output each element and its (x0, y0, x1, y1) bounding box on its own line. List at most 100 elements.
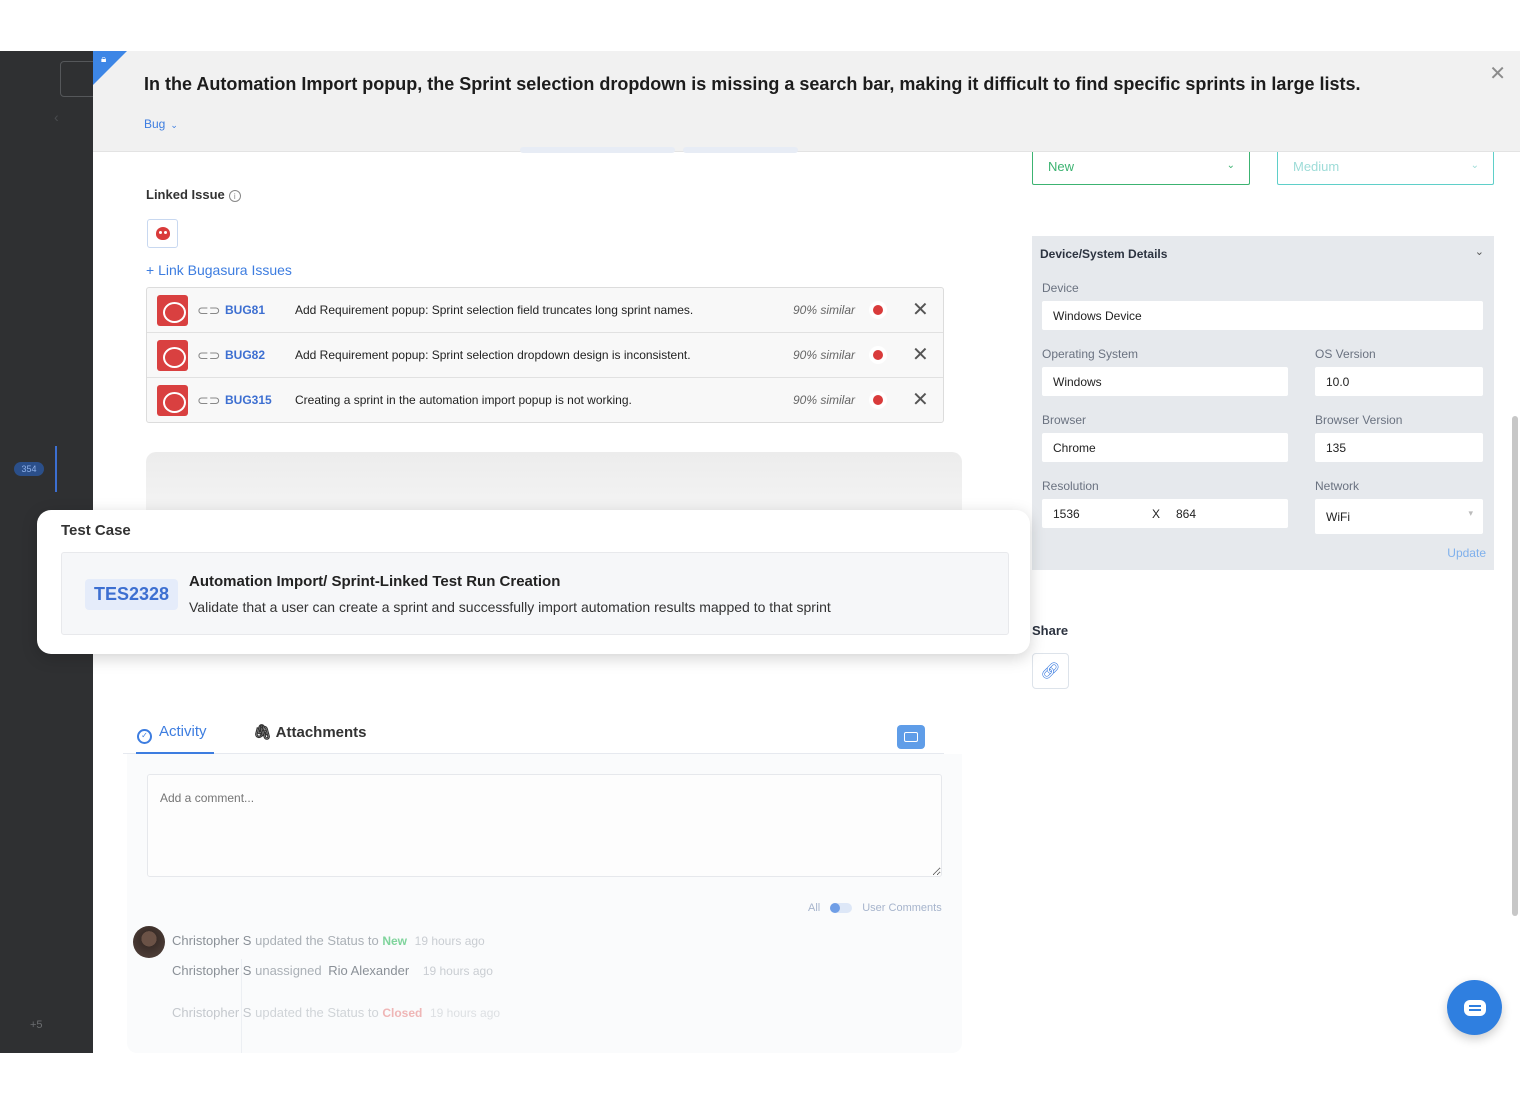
issue-type-dropdown[interactable]: Bug ⌄ (144, 117, 178, 131)
resolution-height: 864 (1176, 507, 1197, 521)
dismiss-issue-button[interactable]: ✕ (912, 342, 929, 367)
mascot-badge-icon (869, 301, 887, 319)
similarity-score: 90% similar (793, 303, 856, 317)
device-label: Device (1042, 281, 1079, 295)
mascot-badge-icon (869, 391, 887, 409)
status-dropdown[interactable]: New ⌄ (1032, 152, 1250, 185)
issue-id-link[interactable]: BUG81 (225, 303, 265, 317)
browser-field[interactable]: Chrome (1042, 433, 1288, 462)
browser-label: Browser (1042, 413, 1087, 427)
faded-tag (520, 147, 675, 153)
resolution-width: 1536 (1053, 507, 1080, 521)
os-field[interactable]: Windows (1042, 367, 1288, 396)
filter-user-comments-label: User Comments (862, 902, 942, 914)
activity-user: Christopher S (172, 933, 252, 948)
activity-user: Christopher S (172, 1005, 252, 1020)
caret-down-icon: ▾ (1468, 508, 1473, 518)
status-value: New (1048, 159, 1075, 174)
tab-attachments[interactable]: 🖇︎ Attachments (253, 723, 367, 741)
chat-support-button[interactable] (1447, 980, 1502, 1035)
link-bugasura-issues-link[interactable]: + Link Bugasura Issues (146, 262, 292, 278)
close-button[interactable]: ✕ (1489, 61, 1506, 86)
os-version-label: OS Version (1315, 347, 1376, 361)
issue-header: 🔒︎ In the Automation Import popup, the S… (93, 51, 1520, 152)
filter-all-label: All (808, 902, 821, 914)
lock-icon[interactable]: 🔒︎ (101, 54, 106, 65)
comment-filter: All User Comments (808, 902, 942, 914)
link-icon[interactable]: ⊂⊃ (197, 392, 220, 409)
link-icon[interactable]: ⊂⊃ (197, 347, 220, 364)
device-details-panel: Device/System Details ⌄ Device Windows D… (1032, 236, 1494, 570)
tab-activity-label: Activity (159, 723, 207, 740)
chevron-left-icon: ‹ (54, 109, 59, 125)
avatar (133, 926, 165, 958)
faded-tag (683, 147, 798, 153)
chevron-down-icon[interactable]: ⌄ (1475, 245, 1484, 258)
activity-time: 19 hours ago (429, 1006, 501, 1020)
activity-tabs: ✓ Activity 🖇︎ Attachments (123, 714, 944, 754)
link-icon[interactable]: ⊂⊃ (197, 302, 220, 319)
sidebar-active-indicator (55, 446, 57, 492)
dismiss-issue-button[interactable]: ✕ (912, 387, 929, 412)
mail-icon (904, 732, 918, 742)
mascot-badge-icon (869, 346, 887, 364)
resolution-separator: X (1152, 507, 1161, 521)
similar-issue-row[interactable]: ⊂⊃ BUG82 Add Requirement popup: Sprint s… (147, 333, 943, 378)
issue-id-link[interactable]: BUG82 (225, 348, 265, 362)
activity-entry: Christopher S updated the Status to Clos… (172, 1005, 500, 1020)
activity-action: updated the Status to (255, 1005, 379, 1020)
activity-value: Closed (382, 1006, 423, 1020)
activity-action: updated the Status to (255, 933, 379, 948)
similar-issue-row[interactable]: ⊂⊃ BUG81 Add Requirement popup: Sprint s… (147, 288, 943, 333)
os-version-field[interactable]: 10.0 (1315, 367, 1483, 396)
scrollbar[interactable] (1512, 416, 1518, 916)
dismiss-issue-button[interactable]: ✕ (912, 297, 929, 322)
severity-dropdown[interactable]: Medium ⌄ (1277, 152, 1494, 185)
similar-issue-row[interactable]: ⊂⊃ BUG315 Creating a sprint in the autom… (147, 378, 943, 423)
link-icon: 🔗︎ (1040, 663, 1061, 680)
page: ‹ 354 +5 🔒︎ In the Automation Import pop… (0, 0, 1520, 1103)
activity-time: 19 hours ago (414, 934, 485, 948)
issue-summary: Add Requirement popup: Sprint selection … (295, 348, 691, 362)
filter-toggle[interactable] (830, 903, 853, 914)
share-link-button[interactable]: 🔗︎ (1032, 653, 1069, 689)
bugasura-link-button[interactable] (147, 219, 178, 248)
bugasura-mascot-icon (157, 340, 188, 371)
info-icon[interactable]: i (228, 189, 241, 202)
device-field[interactable]: Windows Device (1042, 301, 1483, 330)
activity-entry: Christopher S updated the Status to New … (172, 933, 485, 948)
sidebar-more-count: +5 (30, 1019, 43, 1031)
bugasura-mascot-icon (157, 385, 188, 416)
comment-input[interactable] (147, 774, 942, 877)
test-case-id-badge[interactable]: TES2328 (85, 579, 178, 610)
issue-type-label: Bug (144, 117, 166, 131)
activity-value: New (382, 934, 408, 948)
network-dropdown[interactable]: WiFi ▾ (1315, 499, 1483, 534)
sidebar-count-badge: 354 (14, 462, 44, 476)
bugasura-mascot-icon (155, 227, 170, 240)
browser-version-field[interactable]: 135 (1315, 433, 1483, 462)
update-button[interactable]: Update (1447, 546, 1486, 560)
email-button[interactable] (897, 725, 925, 749)
network-label: Network (1315, 479, 1360, 493)
chevron-down-icon: ⌄ (170, 120, 178, 130)
linked-issue-label: Linked Issue (146, 187, 225, 202)
activity-time: 19 hours ago (422, 964, 493, 978)
resolution-field[interactable]: 1536 X 864 (1042, 499, 1288, 528)
issue-summary: Creating a sprint in the automation impo… (295, 393, 632, 407)
tab-activity[interactable]: ✓ Activity (137, 723, 207, 744)
issue-id-link[interactable]: BUG315 (225, 393, 272, 407)
issue-title[interactable]: In the Automation Import popup, the Spri… (144, 74, 1360, 95)
similar-issues-list: ⊂⊃ BUG81 Add Requirement popup: Sprint s… (146, 287, 944, 423)
test-case-item[interactable]: TES2328 Automation Import/ Sprint-Linked… (61, 552, 1009, 635)
test-case-title: Automation Import/ Sprint-Linked Test Ru… (189, 573, 561, 590)
chevron-down-icon: ⌄ (1470, 160, 1479, 171)
similarity-score: 90% similar (793, 393, 856, 407)
tab-attachments-label: Attachments (275, 724, 367, 741)
issue-summary: Add Requirement popup: Sprint selection … (295, 303, 694, 317)
device-details-heading: Device/System Details (1040, 247, 1168, 261)
test-case-heading: Test Case (61, 522, 131, 539)
activity-value: Rio Alexander (328, 963, 410, 978)
browser-version-label: Browser Version (1315, 413, 1403, 427)
linked-issue-heading: Linked Issue i (146, 187, 241, 202)
